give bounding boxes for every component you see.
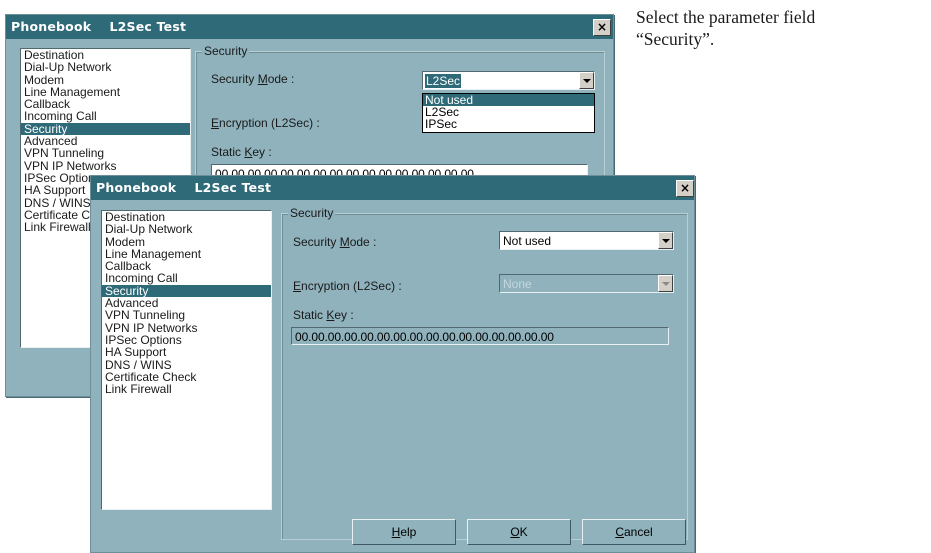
back-security-mode-combo[interactable]: L2Sec: [422, 71, 595, 90]
close-icon: ×: [596, 20, 608, 34]
instruction-line-1: Select the parameter field: [636, 7, 816, 27]
chevron-down-icon[interactable]: [579, 72, 594, 89]
back-encryption-label: Encryption (L2Sec) :: [211, 116, 320, 130]
front-nav-item[interactable]: VPN Tunneling: [102, 309, 271, 321]
front-security-mode-combo[interactable]: Not used: [499, 231, 674, 250]
dropdown-option[interactable]: IPSec: [423, 118, 594, 130]
front-static-key-field[interactable]: 00.00.00.00.00.00.00.00.00.00.00.00.00.0…: [291, 327, 669, 345]
back-nav-item[interactable]: VPN Tunneling: [21, 147, 190, 159]
back-group-title: Security: [202, 44, 250, 58]
front-static-key-label: Static Key :: [293, 308, 354, 322]
back-static-key-label: Static Key :: [211, 145, 272, 159]
front-nav-item[interactable]: HA Support: [102, 346, 271, 358]
front-dialog: Phonebook L2Sec Test × Destination Dial-U…: [90, 175, 695, 553]
chevron-down-icon[interactable]: [658, 232, 673, 249]
cancel-button[interactable]: Cancel: [582, 519, 686, 545]
close-icon: ×: [679, 181, 691, 195]
front-dialog-close-button[interactable]: ×: [676, 180, 694, 197]
front-group-title: Security: [288, 206, 336, 220]
instruction-line-2: “Security”.: [636, 29, 715, 49]
ok-button[interactable]: OK: [467, 519, 571, 545]
front-encryption-label: Encryption (L2Sec) :: [293, 279, 402, 293]
front-dialog-title: Phonebook L2Sec Test: [96, 180, 272, 195]
back-nav-item[interactable]: Incoming Call: [21, 110, 190, 122]
front-nav-item[interactable]: Link Firewall: [102, 383, 271, 395]
chevron-down-icon[interactable]: [658, 275, 673, 292]
back-security-mode-value: L2Sec: [425, 74, 462, 88]
front-dialog-titlebar[interactable]: Phonebook L2Sec Test ×: [91, 176, 694, 200]
instruction-text: Select the parameter field “Security”.: [636, 6, 931, 50]
front-nav-item[interactable]: Incoming Call: [102, 272, 271, 284]
front-security-mode-value: Not used: [503, 234, 552, 248]
back-nav-item[interactable]: Dial-Up Network: [21, 61, 190, 73]
help-button[interactable]: Help: [352, 519, 456, 545]
back-dialog-close-button[interactable]: ×: [593, 19, 611, 36]
front-encryption-combo[interactable]: None: [499, 274, 674, 293]
front-nav-item[interactable]: Dial-Up Network: [102, 223, 271, 235]
security-mode-dropdown-list[interactable]: Not used L2Sec IPSec: [422, 93, 595, 133]
back-dialog-title: Phonebook L2Sec Test: [11, 19, 187, 34]
front-nav-item[interactable]: DNS / WINS: [102, 358, 271, 371]
front-security-mode-label: Security Mode :: [293, 235, 377, 249]
front-encryption-value: None: [503, 277, 532, 291]
back-dialog-titlebar[interactable]: Phonebook L2Sec Test ×: [6, 15, 613, 39]
front-security-group: Security: [281, 206, 688, 540]
back-security-mode-label: Security Mode :: [211, 72, 295, 86]
front-nav-list[interactable]: Destination Dial-Up Network Modem Line Mana…: [101, 210, 272, 510]
